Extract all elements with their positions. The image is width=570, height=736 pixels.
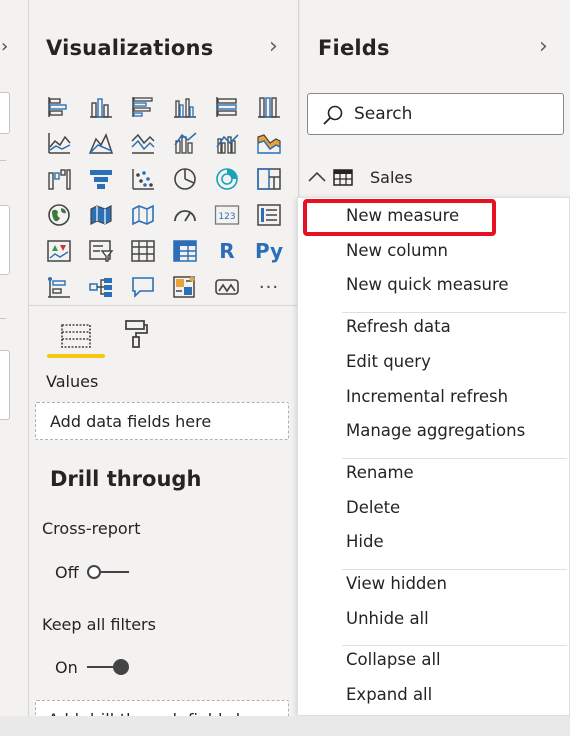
menu-item-new-quick-measure[interactable]: New quick measure (346, 275, 509, 294)
menu-item-new-column[interactable]: New column (346, 241, 448, 260)
kpi-icon[interactable] (38, 233, 80, 269)
ribbon-chart-icon[interactable] (248, 125, 290, 161)
active-tab-indicator (47, 354, 105, 358)
clustered-bar-chart-icon[interactable] (122, 89, 164, 125)
drill-through-title: Drill through (50, 467, 202, 491)
key-influencers-icon[interactable] (38, 269, 80, 305)
more-visuals-icon[interactable]: ··· (248, 269, 290, 305)
collapsed-input-box[interactable] (0, 92, 10, 134)
chevron-up-icon[interactable] (306, 167, 328, 187)
table-name: Sales (370, 167, 413, 187)
card-icon[interactable]: 123 (206, 197, 248, 233)
menu-separator (342, 312, 567, 314)
stacked-column-chart-icon[interactable] (80, 89, 122, 125)
menu-item-manage-aggregations[interactable]: Manage aggregations (346, 421, 525, 440)
cross-report-label: Cross-report (42, 519, 141, 538)
multi-row-card-icon[interactable] (248, 197, 290, 233)
menu-separator (342, 645, 567, 647)
values-label: Values (46, 372, 99, 391)
menu-item-refresh-data[interactable]: Refresh data (346, 317, 451, 336)
donut-chart-icon[interactable] (206, 161, 248, 197)
map-icon[interactable] (38, 197, 80, 233)
line-and-stacked-column-chart-icon[interactable] (164, 125, 206, 161)
collapsed-filters-pane: › (0, 0, 29, 736)
keep-all-filters-state: On (55, 657, 78, 677)
qa-icon[interactable] (122, 269, 164, 305)
menu-item-incremental-refresh[interactable]: Incremental refresh (346, 387, 508, 406)
line-and-clustered-column-chart-icon[interactable] (206, 125, 248, 161)
card-box-icon: 123 (214, 205, 240, 225)
more-label: ··· (258, 276, 280, 298)
cross-report-state: Off (55, 562, 79, 582)
menu-separator (342, 569, 567, 570)
toggle-off-switch[interactable] (85, 562, 131, 582)
smart-narrative-icon[interactable] (164, 269, 206, 305)
svg-text:123: 123 (218, 212, 235, 222)
toggle-on-switch[interactable] (85, 657, 131, 677)
divider-tick (0, 160, 6, 161)
keep-all-filters-toggle[interactable]: On (55, 655, 131, 679)
menu-item-rename[interactable]: Rename (346, 463, 414, 482)
menu-item-view-hidden[interactable]: View hidden (346, 574, 447, 593)
paginated-report-icon[interactable] (206, 269, 248, 305)
fields-tab-icon[interactable] (47, 314, 105, 358)
visualizations-pane: Visualizations › 123 R Py ··· Values Add da… (29, 0, 299, 736)
100-stacked-bar-chart-icon[interactable] (206, 89, 248, 125)
menu-item-expand-all[interactable]: Expand all (346, 685, 432, 704)
search-input[interactable] (354, 102, 544, 126)
pane-tabs (47, 314, 187, 360)
menu-item-collapse-all[interactable]: Collapse all (346, 650, 441, 669)
waterfall-chart-icon[interactable] (38, 161, 80, 197)
slicer-icon[interactable] (80, 233, 122, 269)
menu-item-edit-query[interactable]: Edit query (346, 352, 431, 371)
decomposition-tree-icon[interactable] (80, 269, 122, 305)
pie-chart-icon[interactable] (164, 161, 206, 197)
shape-map-icon[interactable] (122, 197, 164, 233)
line-chart-icon[interactable] (38, 125, 80, 161)
table-icon (333, 169, 353, 186)
expand-chevron-icon[interactable]: › (1, 36, 8, 57)
menu-item-unhide-all[interactable]: Unhide all (346, 609, 429, 628)
stacked-bar-chart-icon[interactable] (38, 89, 80, 125)
search-icon (323, 105, 343, 125)
keep-all-filters-label: Keep all filters (42, 615, 156, 634)
r-label: R (219, 239, 235, 263)
python-visual-icon[interactable]: Py (248, 233, 290, 269)
clustered-column-chart-icon[interactable] (164, 89, 206, 125)
sales-table-node[interactable]: Sales (306, 164, 413, 190)
table-icon[interactable] (122, 233, 164, 269)
cross-report-toggle[interactable]: Off (55, 560, 131, 584)
values-drop-zone[interactable]: Add data fields here (35, 402, 289, 440)
stacked-area-chart-icon[interactable] (122, 125, 164, 161)
gauge-icon[interactable] (164, 197, 206, 233)
format-paint-roller-icon[interactable] (111, 314, 161, 354)
py-label: Py (254, 239, 284, 263)
r-script-visual-icon[interactable]: R (206, 233, 248, 269)
collapsed-card-box[interactable] (0, 350, 10, 420)
visual-types-grid: 123 R Py ··· (38, 89, 288, 305)
collapsed-card-box[interactable] (0, 205, 10, 275)
divider-tick (0, 318, 6, 319)
bottom-bar (0, 716, 570, 736)
visualizations-title: Visualizations (46, 36, 214, 60)
menu-item-hide[interactable]: Hide (346, 532, 384, 551)
funnel-chart-icon[interactable] (80, 161, 122, 197)
fields-title: Fields (318, 36, 390, 60)
100-stacked-column-chart-icon[interactable] (248, 89, 290, 125)
fields-search-box[interactable] (307, 93, 564, 135)
menu-item-delete[interactable]: Delete (346, 498, 400, 517)
treemap-icon[interactable] (248, 161, 290, 197)
collapse-visualizations-chevron-icon[interactable]: › (269, 34, 278, 59)
collapse-fields-chevron-icon[interactable]: › (539, 34, 548, 59)
table-context-menu: New measure New column New quick measure Re… (297, 197, 570, 716)
menu-separator (342, 457, 567, 459)
menu-item-new-measure[interactable]: New measure (346, 206, 459, 225)
divider (29, 305, 299, 306)
scatter-chart-icon[interactable] (122, 161, 164, 197)
area-chart-icon[interactable] (80, 125, 122, 161)
matrix-icon[interactable] (164, 233, 206, 269)
filled-map-icon[interactable] (80, 197, 122, 233)
